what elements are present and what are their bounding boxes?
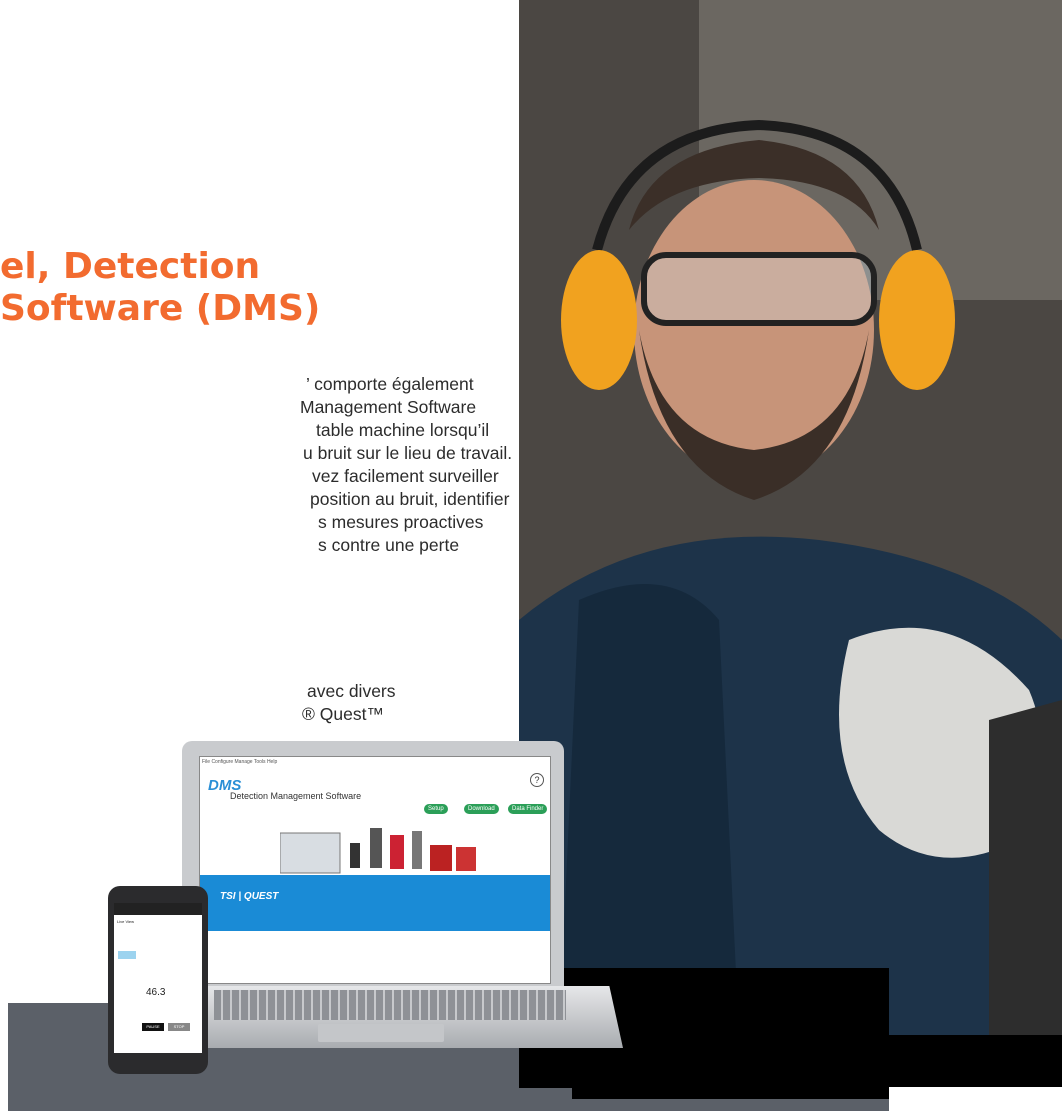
dms-blue-band [200,875,550,931]
download-button: Download [464,804,499,814]
phone-status-bar [114,903,202,915]
paragraph-line: avec divers [307,681,396,701]
paragraph-line: table machine lorsqu’il [316,420,490,440]
laptop-screen: File Configure Manage Tools Help DMS Det… [199,756,551,984]
dms-menu-bar: File Configure Manage Tools Help [202,759,278,765]
worker-illustration [519,0,1062,1035]
phone-header: Live View [117,919,135,924]
heading-line-2: Software (DMS) [0,288,321,329]
laptop-touchpad [318,1024,444,1042]
help-icon: ? [530,773,544,787]
devices-illustration [280,828,476,874]
laptop-keyboard [214,990,566,1020]
pause-button: PAUSE [142,1023,164,1031]
overlay-block [889,1035,1062,1087]
paragraph-line: s mesures proactives [318,512,484,532]
paragraph-line: ® Quest™ [302,704,384,724]
paragraph-line: position au bruit, identifier [310,489,510,509]
heading-line-1: el, Detection [0,246,261,287]
paragraph-line: u bruit sur le lieu de travail. [303,443,513,463]
data-finder-button: Data Finder [508,804,548,814]
phone-screen: Live View 46.3 PAUSE STOP [114,903,202,1053]
phone-tab [118,951,136,959]
paragraph-line: vez facilement surveiller [312,466,499,486]
paragraph-line: ’ comporte également [306,374,474,394]
overlay-block [572,1087,889,1099]
paragraph-line: s contre une perte [318,535,460,555]
paragraph-line: Management Software [300,397,477,417]
worker-photo [519,0,1062,1035]
dms-title: Detection Management Software [230,791,362,801]
phone-reading: 46.3 [146,987,166,998]
setup-button: Setup [424,804,448,814]
stop-button: STOP [168,1023,190,1031]
tsi-quest-logo: TSI | QUEST [220,891,279,902]
